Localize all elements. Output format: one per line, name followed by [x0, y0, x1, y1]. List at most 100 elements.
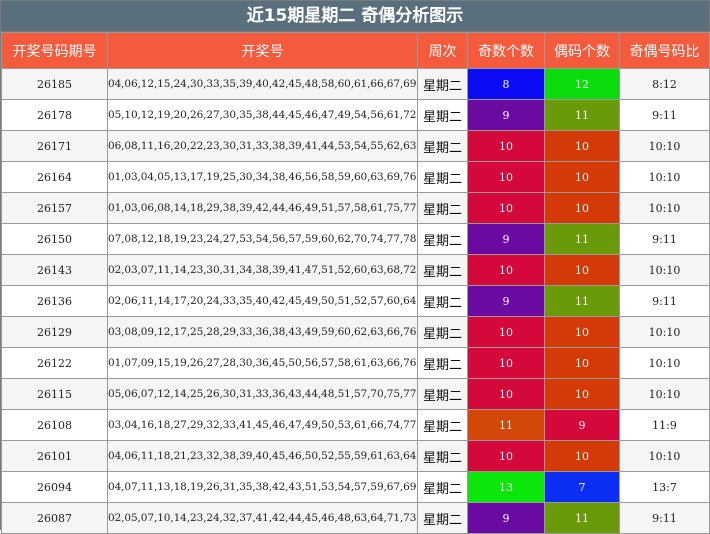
numbers-cell: 05,10,12,19,20,26,27,30,35,38,44,45,46,4…: [107, 99, 418, 131]
table-row: 26094 04,07,11,13,18,19,26,31,35,38,42,43…: [1, 471, 710, 503]
odd-count-cell: 10: [467, 161, 545, 193]
odd-count-cell: 13: [467, 471, 545, 503]
week-cell: 星期二: [417, 440, 468, 472]
header-issue: 开奖号码期号: [1, 32, 108, 69]
even-count-cell: 7: [544, 471, 620, 503]
numbers-cell: 06,08,11,16,20,22,23,30,31,33,38,39,41,4…: [107, 130, 418, 162]
header-even-count: 偶码个数: [544, 32, 620, 69]
even-count-cell: 11: [544, 223, 620, 255]
ratio-cell: 10:10: [619, 378, 710, 410]
numbers-cell: 02,06,11,14,17,20,24,33,35,40,42,45,49,5…: [107, 285, 418, 317]
odd-even-analysis-panel: 近15期星期二 奇偶分析图示 开奖号码期号 开奖号 周次 奇数个数 偶码个数 奇…: [0, 0, 710, 534]
issue-cell: 26164: [1, 161, 108, 193]
table-row: 26136 02,06,11,14,17,20,24,33,35,40,42,45…: [1, 285, 710, 317]
issue-cell: 26171: [1, 130, 108, 162]
even-count-cell: 11: [544, 502, 620, 534]
even-count-cell: 9: [544, 409, 620, 441]
week-cell: 星期二: [417, 130, 468, 162]
numbers-cell: 04,07,11,13,18,19,26,31,35,38,42,43,51,5…: [107, 471, 418, 503]
odd-count-cell: 10: [467, 440, 545, 472]
even-count-cell: 10: [544, 192, 620, 224]
issue-cell: 26108: [1, 409, 108, 441]
issue-cell: 26185: [1, 68, 108, 100]
ratio-cell: 10:10: [619, 254, 710, 286]
table-row: 26101 04,06,11,18,21,23,32,38,39,40,45,46…: [1, 440, 710, 472]
odd-count-cell: 9: [467, 502, 545, 534]
week-cell: 星期二: [417, 161, 468, 193]
week-cell: 星期二: [417, 68, 468, 100]
numbers-cell: 01,03,04,05,13,17,19,25,30,34,38,46,56,5…: [107, 161, 418, 193]
ratio-cell: 10:10: [619, 440, 710, 472]
week-cell: 星期二: [417, 254, 468, 286]
issue-cell: 26122: [1, 347, 108, 379]
even-count-cell: 10: [544, 316, 620, 348]
issue-cell: 26143: [1, 254, 108, 286]
week-cell: 星期二: [417, 316, 468, 348]
numbers-cell: 03,04,16,18,27,29,32,33,41,45,46,47,49,5…: [107, 409, 418, 441]
odd-count-cell: 9: [467, 285, 545, 317]
numbers-cell: 05,06,07,12,14,25,26,30,31,33,36,43,44,4…: [107, 378, 418, 410]
odd-count-cell: 10: [467, 316, 545, 348]
odd-count-cell: 9: [467, 223, 545, 255]
ratio-cell: 10:10: [619, 192, 710, 224]
numbers-cell: 04,06,11,18,21,23,32,38,39,40,45,46,50,5…: [107, 440, 418, 472]
header-odd-count: 奇数个数: [467, 32, 545, 69]
table-row: 26164 01,03,04,05,13,17,19,25,30,34,38,46…: [1, 161, 710, 193]
ratio-cell: 9:11: [619, 99, 710, 131]
numbers-cell: 01,07,09,15,19,26,27,28,30,36,45,50,56,5…: [107, 347, 418, 379]
week-cell: 星期二: [417, 347, 468, 379]
table-row: 26178 05,10,12,19,20,26,27,30,35,38,44,45…: [1, 99, 710, 131]
table-row: 26185 04,06,12,15,24,30,33,35,39,40,42,45…: [1, 68, 710, 100]
issue-cell: 26101: [1, 440, 108, 472]
even-count-cell: 11: [544, 99, 620, 131]
issue-cell: 26136: [1, 285, 108, 317]
week-cell: 星期二: [417, 409, 468, 441]
table-row: 26108 03,04,16,18,27,29,32,33,41,45,46,47…: [1, 409, 710, 441]
header-ratio: 奇偶号码比: [619, 32, 710, 69]
issue-cell: 26094: [1, 471, 108, 503]
numbers-cell: 03,08,09,12,17,25,28,29,33,36,38,43,49,5…: [107, 316, 418, 348]
even-count-cell: 11: [544, 285, 620, 317]
issue-cell: 26150: [1, 223, 108, 255]
table-header-row: 开奖号码期号 开奖号 周次 奇数个数 偶码个数 奇偶号码比: [1, 32, 710, 69]
odd-count-cell: 10: [467, 130, 545, 162]
issue-cell: 26087: [1, 502, 108, 534]
issue-cell: 26178: [1, 99, 108, 131]
ratio-cell: 9:11: [619, 285, 710, 317]
odd-count-cell: 10: [467, 378, 545, 410]
odd-count-cell: 9: [467, 99, 545, 131]
table-row: 26171 06,08,11,16,20,22,23,30,31,33,38,39…: [1, 130, 710, 162]
week-cell: 星期二: [417, 502, 468, 534]
table-row: 26150 07,08,12,18,19,23,24,27,53,54,56,57…: [1, 223, 710, 255]
odd-count-cell: 10: [467, 192, 545, 224]
ratio-cell: 10:10: [619, 347, 710, 379]
table-row: 26129 03,08,09,12,17,25,28,29,33,36,38,43…: [1, 316, 710, 348]
odd-count-cell: 11: [467, 409, 545, 441]
table-row: 26143 02,03,07,11,14,23,30,31,34,38,39,41…: [1, 254, 710, 286]
ratio-cell: 9:11: [619, 502, 710, 534]
header-week: 周次: [417, 32, 468, 69]
numbers-cell: 02,03,07,11,14,23,30,31,34,38,39,41,47,5…: [107, 254, 418, 286]
odd-count-cell: 10: [467, 254, 545, 286]
ratio-cell: 9:11: [619, 223, 710, 255]
ratio-cell: 10:10: [619, 316, 710, 348]
table-row: 26115 05,06,07,12,14,25,26,30,31,33,36,43…: [1, 378, 710, 410]
even-count-cell: 10: [544, 347, 620, 379]
ratio-cell: 11:9: [619, 409, 710, 441]
ratio-cell: 10:10: [619, 130, 710, 162]
numbers-cell: 02,05,07,10,14,23,24,32,37,41,42,44,45,4…: [107, 502, 418, 534]
issue-cell: 26115: [1, 378, 108, 410]
even-count-cell: 10: [544, 254, 620, 286]
ratio-cell: 8:12: [619, 68, 710, 100]
even-count-cell: 10: [544, 378, 620, 410]
even-count-cell: 10: [544, 130, 620, 162]
table-row: 26122 01,07,09,15,19,26,27,28,30,36,45,50…: [1, 347, 710, 379]
week-cell: 星期二: [417, 378, 468, 410]
week-cell: 星期二: [417, 99, 468, 131]
odd-even-table: 开奖号码期号 开奖号 周次 奇数个数 偶码个数 奇偶号码比 26185 04,06…: [1, 32, 710, 534]
issue-cell: 26129: [1, 316, 108, 348]
ratio-cell: 13:7: [619, 471, 710, 503]
even-count-cell: 12: [544, 68, 620, 100]
page-title: 近15期星期二 奇偶分析图示: [1, 1, 709, 32]
ratio-cell: 10:10: [619, 161, 710, 193]
